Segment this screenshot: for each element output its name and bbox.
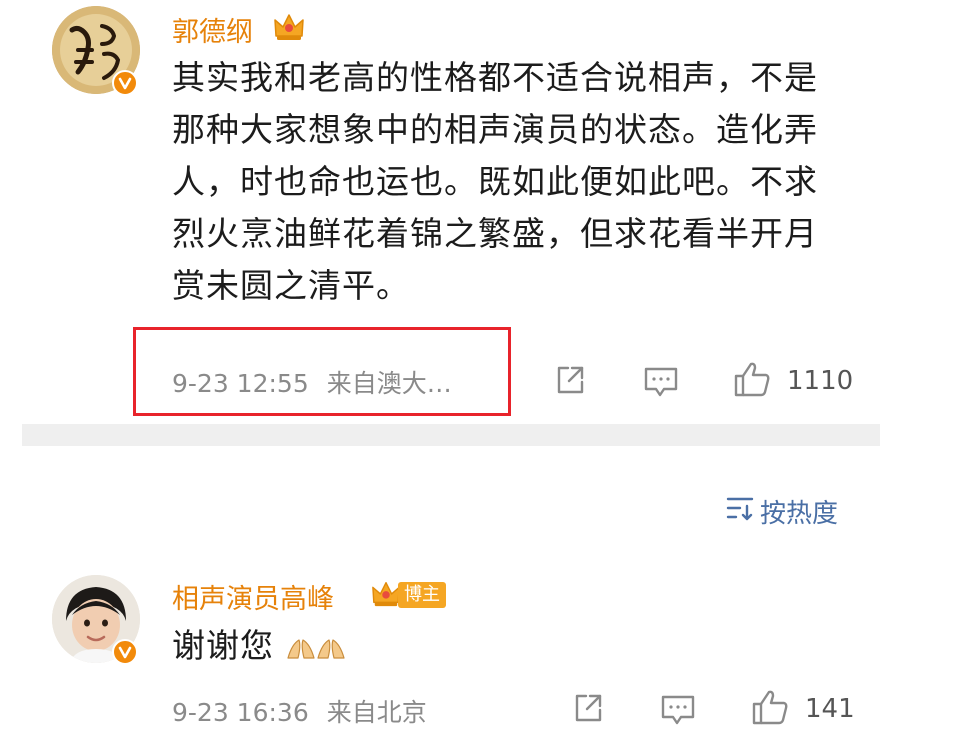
comment-location: 来自澳大…: [326, 369, 452, 398]
comment-text-line: 其实我和老高的性格都不适合说相声，不是: [172, 58, 818, 97]
thumbs-up-icon[interactable]: [751, 688, 789, 730]
reply-meta: 9-23 16:36 来自北京: [172, 693, 427, 729]
share-icon[interactable]: [572, 692, 604, 728]
comment-meta: 9-23 12:55 来自澳大…: [172, 364, 452, 400]
reply-author-name[interactable]: 相声演员高峰: [172, 577, 334, 616]
reply-text-row: 谢谢您: [172, 620, 346, 675]
verified-v-icon: [112, 639, 138, 665]
section-divider: [22, 424, 880, 446]
praying-hands-icon: [316, 623, 346, 675]
like-count: 141: [805, 694, 855, 724]
comment-icon[interactable]: [643, 365, 679, 403]
comment-text-line: 烈火烹油鲜花着锦之繁盛，但求花看半开月: [172, 214, 818, 253]
thumbs-up-icon[interactable]: [733, 360, 771, 402]
comment-icon[interactable]: [660, 693, 696, 731]
blogger-badge: 博主: [398, 582, 446, 608]
sort-icon: [726, 495, 754, 528]
praying-hands-icon: [286, 623, 316, 675]
reply-text: 谢谢您: [172, 626, 274, 665]
comment-text-line: 那种大家想象中的相声演员的状态。造化弄: [172, 110, 818, 149]
reply-location: 来自北京: [326, 698, 427, 727]
comment-text-line: 人，时也命也运也。既如此便如此吧。不求: [172, 162, 818, 201]
sort-toggle[interactable]: 按热度: [726, 493, 838, 530]
comment-text-line: 赏未圆之清平。: [172, 266, 410, 305]
comment-timestamp: 9-23 12:55: [172, 369, 309, 398]
sort-label: 按热度: [760, 499, 839, 529]
author-name[interactable]: 郭德纲: [172, 10, 253, 49]
comment-text: 其实我和老高的性格都不适合说相声，不是 那种大家想象中的相声演员的状态。造化弄 …: [172, 52, 872, 312]
verified-v-icon: [112, 70, 138, 96]
like-count: 1110: [787, 366, 854, 396]
reply-timestamp: 9-23 16:36: [172, 698, 309, 727]
share-icon[interactable]: [554, 364, 586, 400]
crown-icon: [272, 10, 306, 46]
